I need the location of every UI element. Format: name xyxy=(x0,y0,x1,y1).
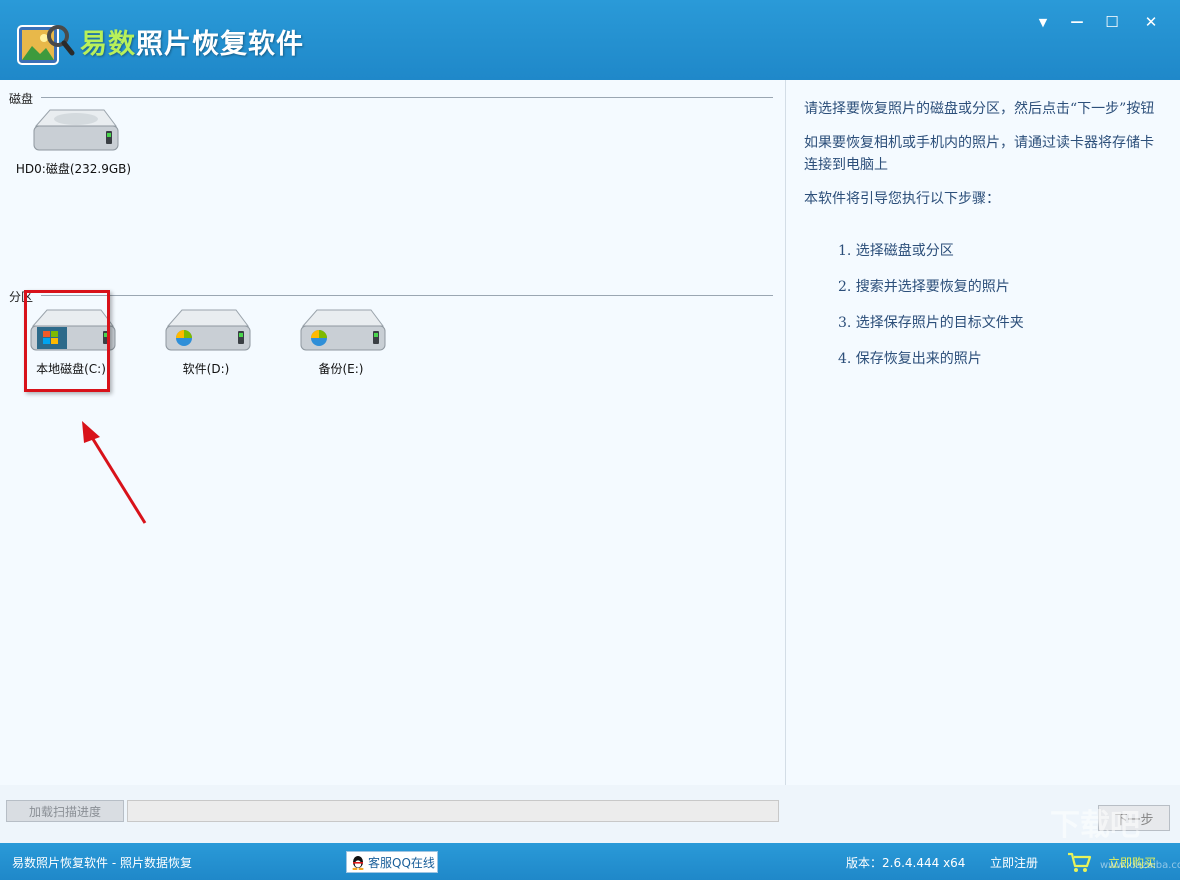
partition-d[interactable]: 软件(D:) xyxy=(151,304,261,377)
maximize-icon: ☐ xyxy=(1105,13,1119,31)
instructions-pane: 请选择要恢复照片的磁盘或分区，然后点击“下一步”按钮 如果要恢复相机或手机内的照… xyxy=(785,80,1179,785)
app-title: 易数照片恢复软件 xyxy=(80,22,304,61)
status-app-name: 易数照片恢复软件 - 照片数据恢复 xyxy=(12,856,192,870)
close-button[interactable]: ✕ xyxy=(1136,10,1166,34)
app-logo-icon xyxy=(17,25,75,65)
buy-now-link[interactable]: 立即购买 xyxy=(1108,854,1156,871)
chevron-down-icon: ▼ xyxy=(1038,15,1048,29)
app-title-product: 照片恢复软件 xyxy=(136,29,304,60)
next-button[interactable]: 下一步 xyxy=(1098,805,1170,831)
drive-icon xyxy=(300,309,386,351)
instruction-paragraph: 请选择要恢复照片的磁盘或分区，然后点击“下一步”按钮 xyxy=(804,101,1155,117)
selection-highlight-box xyxy=(24,290,110,392)
disks-group-divider xyxy=(41,97,773,98)
progress-bar xyxy=(127,800,779,822)
menu-dropdown-button[interactable]: ▼ xyxy=(1028,10,1058,34)
disk-hd0[interactable]: HD0:磁盘(232.9GB) xyxy=(11,104,136,177)
drive-icon xyxy=(165,309,251,351)
step-item: 4. 保存恢复出来的照片 xyxy=(838,351,982,367)
qq-penguin-icon xyxy=(352,856,364,870)
partition-label: 备份(E:) xyxy=(318,362,364,376)
step-item: 2. 搜索并选择要恢复的照片 xyxy=(838,279,1010,295)
minimize-icon: — xyxy=(1070,14,1084,30)
minimize-button[interactable]: — xyxy=(1062,10,1092,34)
app-title-brand: 易数 xyxy=(80,29,136,60)
maximize-button[interactable]: ☐ xyxy=(1097,10,1127,34)
partition-label: 软件(D:) xyxy=(182,362,230,376)
red-arrow-annotation xyxy=(82,421,147,524)
action-bar: 加载扫描进度 下一步 xyxy=(0,785,1180,843)
shopping-cart-icon[interactable] xyxy=(1066,849,1092,875)
status-bar: 易数照片恢复软件 - 照片数据恢复 客服QQ在线 版本：2.6.4.444 x6… xyxy=(0,843,1180,880)
qq-support-button[interactable]: 客服QQ在线 xyxy=(346,851,438,873)
disk-label: HD0:磁盘(232.9GB) xyxy=(15,162,132,176)
instructions-text: 请选择要恢复照片的磁盘或分区，然后点击“下一步”按钮 如果要恢复相机或手机内的照… xyxy=(804,98,1166,384)
steps-list: 1. 选择磁盘或分区 2. 搜索并选择要恢复的照片 3. 选择保存照片的目标文件… xyxy=(804,240,1166,384)
step-item: 1. 选择磁盘或分区 xyxy=(838,243,954,259)
title-bar: 易数照片恢复软件 ▼ — ☐ ✕ xyxy=(0,0,1180,80)
instruction-paragraph: 本软件将引导您执行以下步骤： xyxy=(804,191,1000,207)
hard-disk-icon xyxy=(33,109,118,151)
register-link[interactable]: 立即注册 xyxy=(990,854,1038,871)
version-text: 版本：2.6.4.444 x64 xyxy=(846,856,966,870)
qq-support-label: 客服QQ在线 xyxy=(368,855,435,870)
partitions-group-divider xyxy=(41,295,773,296)
partition-e[interactable]: 备份(E:) xyxy=(286,304,396,377)
instruction-paragraph: 如果要恢复相机或手机内的照片，请通过读卡器将存储卡连接到电脑上 xyxy=(804,135,1154,173)
close-icon: ✕ xyxy=(1144,13,1158,31)
step-item: 3. 选择保存照片的目标文件夹 xyxy=(838,315,1024,331)
load-scan-progress-button[interactable]: 加载扫描进度 xyxy=(6,800,124,822)
